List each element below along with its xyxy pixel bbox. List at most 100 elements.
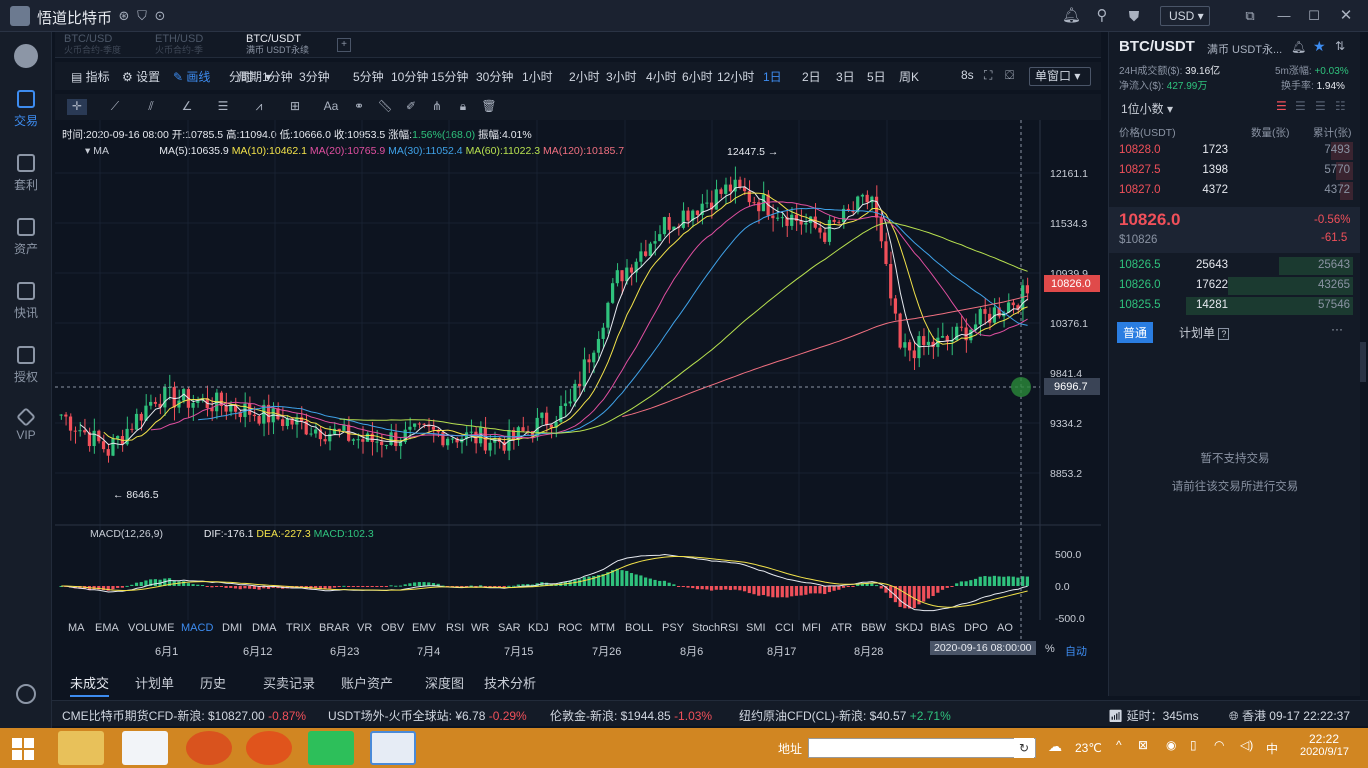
wifi-icon[interactable]: ⊙ bbox=[152, 8, 168, 24]
more-icon[interactable]: ··· bbox=[1331, 322, 1343, 336]
orderbook-cell[interactable]: 7493 bbox=[1324, 144, 1350, 156]
indicator-trix[interactable]: TRIX bbox=[286, 622, 311, 634]
refresh-interval[interactable]: 8s bbox=[961, 68, 974, 82]
gallery-app-icon[interactable] bbox=[122, 731, 168, 765]
trash-icon[interactable]: 🗑︎ bbox=[481, 99, 497, 115]
media-player-icon[interactable] bbox=[308, 731, 354, 765]
orderbook-bids-icon[interactable]: ☰ bbox=[1315, 99, 1326, 113]
tray-app-icon[interactable]: ◉ bbox=[1166, 738, 1176, 752]
address-input[interactable] bbox=[808, 738, 1036, 758]
bell-icon[interactable]: 🔔︎ bbox=[1062, 8, 1081, 24]
orderbook-cell[interactable]: 10827.0 bbox=[1119, 184, 1161, 196]
indicator-volume[interactable]: VOLUME bbox=[128, 622, 174, 634]
crosshair-tool-icon[interactable]: ✛ bbox=[67, 99, 87, 115]
angle-tool-icon[interactable]: ∠ bbox=[179, 99, 195, 115]
shirt-icon[interactable]: ⛊ bbox=[1126, 8, 1142, 24]
maximize-icon[interactable]: ☐ bbox=[1306, 8, 1322, 24]
timeframe-1[interactable]: 1分钟 bbox=[262, 68, 293, 85]
ime-indicator[interactable]: 中 bbox=[1266, 740, 1278, 757]
timeframe-0[interactable]: 分时 bbox=[229, 68, 253, 85]
timeframe-5[interactable]: 15分钟 bbox=[431, 68, 468, 85]
indicator-emv[interactable]: EMV bbox=[412, 622, 436, 634]
indicator-dmi[interactable]: DMI bbox=[222, 622, 242, 634]
indicator-roc[interactable]: ROC bbox=[558, 622, 582, 634]
timeframe-14[interactable]: 2日 bbox=[802, 68, 821, 85]
draw-button[interactable]: ✎ 画线 bbox=[173, 68, 210, 85]
indicator-obv[interactable]: OBV bbox=[381, 622, 404, 634]
kline-chart-svg[interactable]: 12161.111534.310939.910376.19841.49334.2… bbox=[55, 120, 1101, 640]
sidebar-item-auth[interactable]: 授权 bbox=[0, 346, 52, 385]
pattern-tool-icon[interactable]: ⩘ bbox=[251, 99, 267, 115]
indicator-wr[interactable]: WR bbox=[471, 622, 489, 634]
address-go-icon[interactable]: ↻ bbox=[1014, 738, 1034, 758]
tab-btc-usd[interactable]: BTC/USD 火币合约-季度 bbox=[64, 34, 121, 56]
indicator-brar[interactable]: BRAR bbox=[319, 622, 350, 634]
order-tab-6[interactable]: 技术分析 bbox=[484, 673, 536, 692]
orderbook-cell[interactable]: 4372 bbox=[1202, 184, 1228, 196]
sidebar-item-vip[interactable]: VIP bbox=[0, 407, 52, 442]
indicator-atr[interactable]: ATR bbox=[831, 622, 852, 634]
timeframe-9[interactable]: 3小时 bbox=[606, 68, 637, 85]
tab-eth-usd[interactable]: ETH/USD 火币合约-季 bbox=[155, 34, 203, 56]
panel-scrollbar[interactable] bbox=[1360, 32, 1368, 696]
close-icon[interactable]: ✕ bbox=[1338, 8, 1354, 24]
trade-tab-plan[interactable]: 计划单 ? bbox=[1179, 324, 1230, 341]
ruler-tool-icon[interactable]: 📏︎ bbox=[377, 99, 393, 115]
timeframe-10[interactable]: 4小时 bbox=[646, 68, 677, 85]
search-icon[interactable]: ⚲ bbox=[1094, 8, 1110, 24]
sidebar-item-arbitrage[interactable]: 套利 bbox=[0, 154, 52, 193]
decimals-select[interactable]: 1位小数 ▾ bbox=[1121, 100, 1173, 117]
tray-volume-icon[interactable]: ◁) bbox=[1240, 738, 1253, 752]
kline-chart-area[interactable]: 12161.1 11534.3 10939.9 10376.1 9841.4 9334.2… bbox=[55, 120, 1101, 640]
switch-icon[interactable]: ⇅ bbox=[1335, 39, 1345, 53]
timeframe-2[interactable]: 3分钟 bbox=[299, 68, 330, 85]
timeframe-7[interactable]: 1小时 bbox=[522, 68, 553, 85]
text-tool-icon[interactable]: Aa bbox=[323, 99, 339, 115]
orderbook-cell[interactable]: 14281 bbox=[1196, 299, 1228, 311]
window-mode-select[interactable]: 单窗口 ▾ bbox=[1029, 67, 1091, 86]
ticker-item[interactable]: 纽约原油CFD(CL)-新浪: $40.57 +2.71% bbox=[739, 707, 951, 724]
timeframe-17[interactable]: 周K bbox=[899, 68, 919, 85]
orderbook-cell[interactable]: 17622 bbox=[1196, 279, 1228, 291]
grid-tool-icon[interactable]: ⊞ bbox=[287, 99, 303, 115]
indicator-mfi[interactable]: MFI bbox=[802, 622, 821, 634]
wudao-app-icon[interactable] bbox=[370, 731, 416, 765]
screenshot-icon[interactable]: ⛋ bbox=[1005, 68, 1014, 83]
tab-btc-usdt[interactable]: BTC/USDT 满币 USDT永续 bbox=[246, 34, 309, 56]
indicator-boll[interactable]: BOLL bbox=[625, 622, 653, 634]
timeframe-15[interactable]: 3日 bbox=[836, 68, 855, 85]
fullscreen-icon[interactable]: ⛶ bbox=[984, 68, 992, 83]
firefox-icon[interactable] bbox=[246, 731, 292, 765]
ticker-item[interactable]: USDT场外-火币全球站: ¥6.78 -0.29% bbox=[328, 707, 527, 724]
timeframe-3[interactable]: 5分钟 bbox=[353, 68, 384, 85]
percent-toggle[interactable]: % bbox=[1045, 643, 1055, 655]
settings-gear-icon[interactable] bbox=[16, 684, 36, 704]
indicator-macd[interactable]: MACD bbox=[181, 622, 213, 634]
line-tool-icon[interactable]: ⟋ bbox=[107, 99, 123, 115]
indicator-dpo[interactable]: DPO bbox=[964, 622, 988, 634]
indicator-stochrsi[interactable]: StochRSI bbox=[692, 622, 738, 634]
channel-tool-icon[interactable]: ⫽ bbox=[143, 99, 159, 115]
orderbook-both-icon[interactable]: ☰ bbox=[1276, 99, 1287, 113]
indicator-ao[interactable]: AO bbox=[997, 622, 1013, 634]
orderbook-cell[interactable]: 43265 bbox=[1318, 279, 1350, 291]
timeframe-8[interactable]: 2小时 bbox=[569, 68, 600, 85]
timeframe-12[interactable]: 12小时 bbox=[717, 68, 754, 85]
link-icon[interactable]: ⊛ bbox=[116, 8, 132, 24]
timeframe-6[interactable]: 30分钟 bbox=[476, 68, 513, 85]
ticker-item[interactable]: CME比特币期货CFD-新浪: $10827.00 -0.87% bbox=[62, 707, 306, 724]
indicator-sar[interactable]: SAR bbox=[498, 622, 521, 634]
orderbook-cell[interactable]: 57546 bbox=[1318, 299, 1350, 311]
orderbook-cell[interactable]: 5770 bbox=[1324, 164, 1350, 176]
tray-network-icon[interactable]: ⊠ bbox=[1138, 738, 1148, 752]
indicator-ma[interactable]: MA bbox=[68, 622, 85, 634]
add-tab-icon[interactable]: + bbox=[337, 38, 351, 52]
timeframe-16[interactable]: 5日 bbox=[867, 68, 886, 85]
orderbook-trades-icon[interactable]: ☷ bbox=[1335, 99, 1346, 113]
orderbook-asks-icon[interactable]: ☰ bbox=[1295, 99, 1306, 113]
indicator-bbw[interactable]: BBW bbox=[861, 622, 886, 634]
orderbook-cell[interactable]: 4372 bbox=[1324, 184, 1350, 196]
timeframe-4[interactable]: 10分钟 bbox=[391, 68, 428, 85]
indicator-rsi[interactable]: RSI bbox=[446, 622, 464, 634]
sidebar-item-assets[interactable]: 资产 bbox=[0, 218, 52, 257]
